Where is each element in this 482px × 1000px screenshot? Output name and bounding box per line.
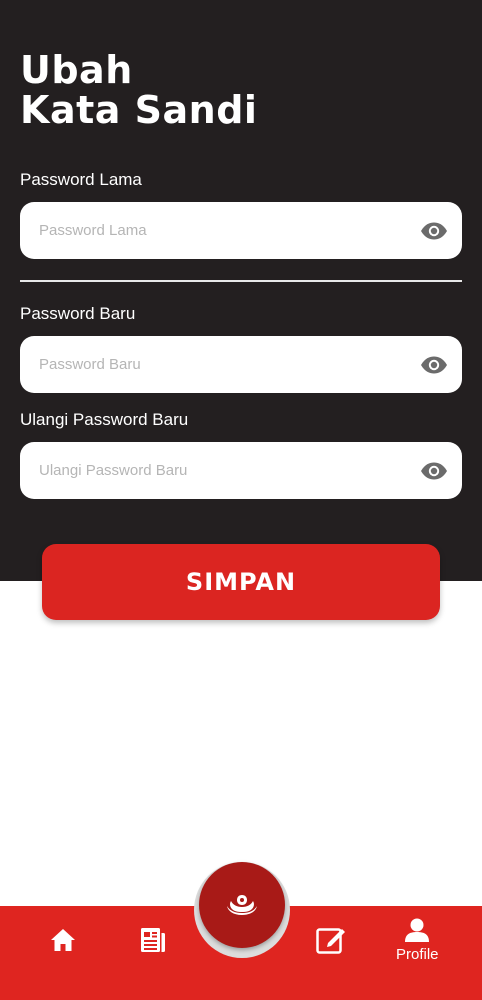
old-password-field-box (20, 202, 462, 259)
section-divider (20, 280, 462, 282)
confirm-password-input[interactable] (39, 442, 419, 499)
eye-icon (421, 462, 447, 480)
nav-item-home[interactable] (50, 928, 76, 952)
eye-icon (421, 222, 447, 240)
confirm-password-label: Ulangi Password Baru (20, 410, 189, 429)
page-title: Ubah Kata Sandi (20, 50, 257, 130)
nav-item-edit[interactable] (316, 926, 346, 954)
edit-icon (316, 928, 345, 954)
center-logo-button[interactable] (199, 862, 285, 948)
new-password-label: Password Baru (20, 304, 136, 323)
user-icon (405, 918, 430, 942)
new-password-field-box (20, 336, 462, 393)
home-icon (51, 929, 75, 951)
eye-icon (421, 356, 447, 374)
save-button[interactable]: SIMPAN (42, 544, 440, 620)
page-title-line2: Kata Sandi (20, 88, 258, 132)
newspaper-icon (141, 928, 165, 952)
old-password-input[interactable] (39, 202, 419, 259)
confirm-password-field-box (20, 442, 462, 499)
toggle-old-password-visibility[interactable] (418, 218, 450, 244)
nav-item-news[interactable] (140, 927, 166, 953)
nav-item-profile[interactable]: Profile (396, 918, 439, 963)
nav-label-profile: Profile (396, 946, 439, 963)
page-title-line1: Ubah (20, 48, 133, 92)
old-password-label: Password Lama (20, 170, 142, 189)
toggle-new-password-visibility[interactable] (418, 352, 450, 378)
new-password-input[interactable] (39, 336, 419, 393)
toggle-confirm-password-visibility[interactable] (418, 458, 450, 484)
logo-emblem-icon (227, 895, 257, 915)
